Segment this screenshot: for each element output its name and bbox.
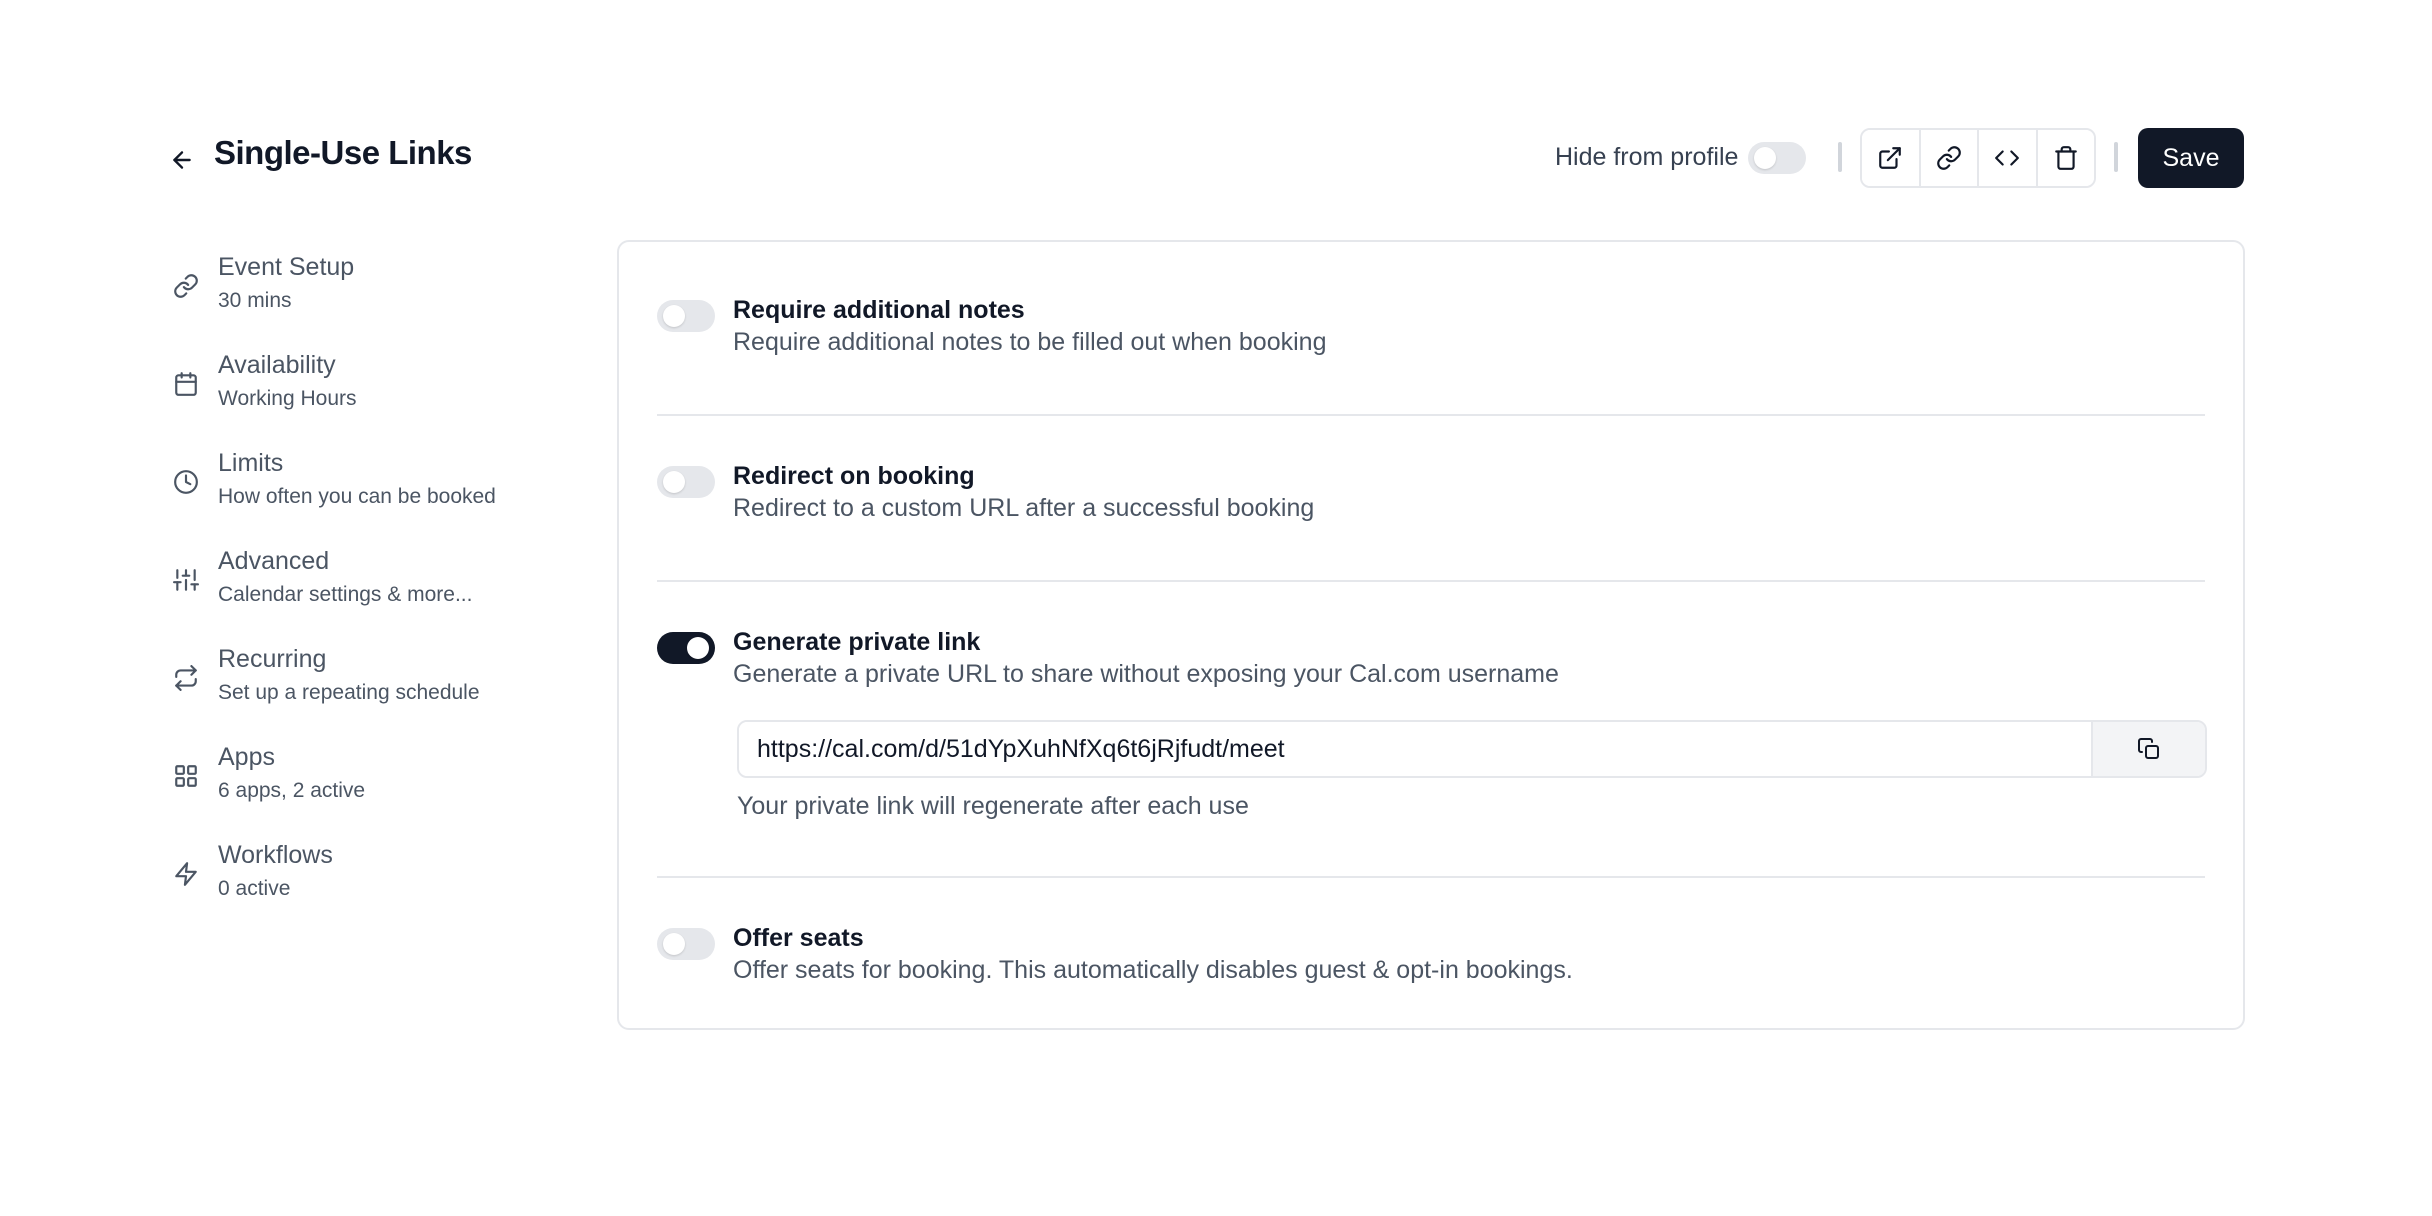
hide-from-profile-label: Hide from profile [1555,143,1739,171]
divider [657,414,2205,416]
private-link-hint: Your private link will regenerate after … [737,792,1249,820]
private-link-toggle[interactable] [657,632,715,664]
sidebar-item-label: Recurring [218,645,327,673]
setting-title: Generate private link [733,628,981,656]
event-actions-group [1860,128,2096,188]
private-link-field [737,720,2207,778]
copy-private-link-button[interactable] [2091,722,2205,776]
grid-icon [175,765,197,787]
calendar-icon [175,372,197,396]
copy-icon [2138,738,2159,759]
sidebar-item-label: Apps [218,743,275,771]
sidebar-item-event-setup[interactable]: Event Setup 30 mins [166,248,586,346]
sidebar-item-sublabel: Calendar settings & more... [218,583,473,606]
setting-title: Redirect on booking [733,462,975,490]
setting-private-link: Generate private link Generate a private… [657,628,2205,698]
setting-description: Generate a private URL to share without … [733,660,1559,688]
trash-icon [2054,146,2077,170]
back-button[interactable] [166,144,198,176]
sidebar-item-label: Availability [218,351,336,379]
sidebar-item-sublabel: How often you can be booked [218,485,496,508]
divider [2114,142,2118,172]
setting-title: Require additional notes [733,296,1025,324]
hide-from-profile-toggle[interactable] [1748,142,1806,174]
sliders-icon [173,569,199,591]
divider [1838,142,1842,172]
setting-offer-seats: Offer seats Offer seats for booking. Thi… [657,924,2205,994]
setting-require-notes: Require additional notes Require additio… [657,296,2205,366]
sidebar-item-limits[interactable]: Limits How often you can be booked [166,444,586,542]
divider [657,580,2205,582]
sidebar-item-advanced[interactable]: Advanced Calendar settings & more... [166,542,586,640]
sidebar-item-sublabel: 0 active [218,877,291,900]
sidebar-item-recurring[interactable]: Recurring Set up a repeating schedule [166,640,586,738]
setting-description: Require additional notes to be filled ou… [733,328,1327,356]
sidebar-item-label: Advanced [218,547,330,575]
setting-title: Offer seats [733,924,864,952]
sidebar-item-sublabel: 30 mins [218,289,292,312]
link-icon [174,274,198,298]
sidebar-item-label: Limits [218,449,284,477]
external-link-icon [1879,147,1902,169]
sidebar-item-sublabel: Set up a repeating schedule [218,681,480,704]
save-button[interactable]: Save [2138,128,2244,188]
advanced-settings-card: Require additional notes Require additio… [617,240,2245,1030]
sidebar-item-availability[interactable]: Availability Working Hours [166,346,586,444]
embed-button[interactable] [1979,130,2038,186]
delete-button[interactable] [2037,130,2094,186]
sidebar-item-workflows[interactable]: Workflows 0 active [166,836,586,934]
setting-description: Offer seats for booking. This automatica… [733,956,1573,984]
clock-icon [174,470,198,494]
page-title: Single-Use Links [214,134,472,171]
sidebar-item-sublabel: Working Hours [218,387,357,410]
arrow-left-icon [173,151,191,169]
event-type-page: Single-Use Links Hide from profile Save [0,0,2432,1216]
zap-icon [175,862,197,886]
sidebar-item-label: Event Setup [218,253,355,281]
preview-button[interactable] [1862,130,1921,186]
offer-seats-toggle[interactable] [657,928,715,960]
link-icon [1936,146,1961,170]
sidebar-item-label: Workflows [218,841,333,869]
require-notes-toggle[interactable] [657,300,715,332]
setting-description: Redirect to a custom URL after a success… [733,494,1315,522]
repeat-icon [175,665,197,691]
code-icon [1995,150,2020,166]
private-link-input[interactable] [739,722,2091,776]
setting-redirect: Redirect on booking Redirect to a custom… [657,462,2205,532]
sidebar: Event Setup 30 mins Availability Working… [166,248,586,934]
sidebar-item-apps[interactable]: Apps 6 apps, 2 active [166,738,586,836]
sidebar-item-sublabel: 6 apps, 2 active [218,779,366,802]
copy-link-button[interactable] [1920,130,1979,186]
divider [657,876,2205,878]
redirect-toggle[interactable] [657,466,715,498]
